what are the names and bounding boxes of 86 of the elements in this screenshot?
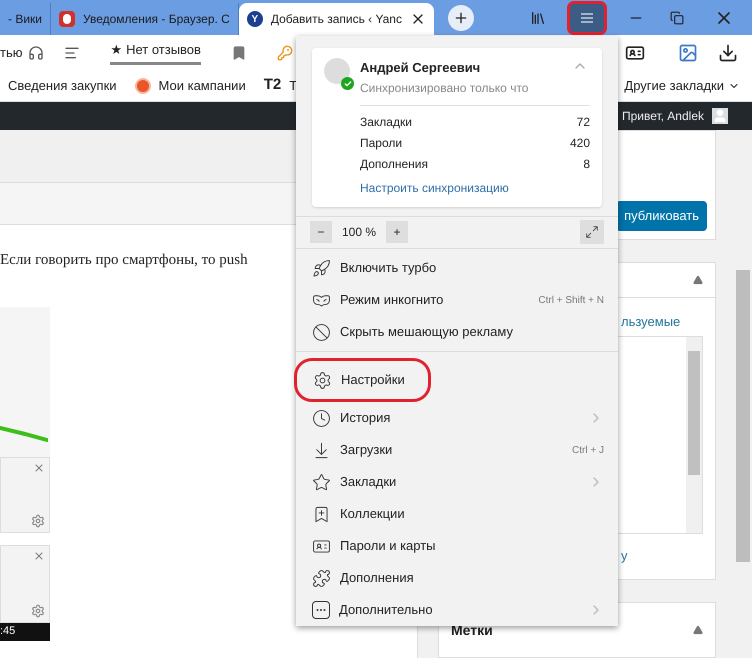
menu-label: Коллекции — [340, 505, 405, 524]
settings-icon — [313, 370, 332, 390]
sync-settings-link[interactable]: Настроить синхронизацию — [360, 178, 590, 196]
bookmark-link[interactable]: Сведения закупки — [8, 76, 117, 96]
favicon-icon — [59, 11, 75, 27]
menu-item[interactable]: Коллекции — [296, 498, 618, 530]
taskbar-clock: :45 — [0, 624, 16, 640]
menu-label: Закладки — [340, 473, 396, 492]
headphones-icon[interactable] — [28, 44, 44, 60]
download-icon[interactable] — [718, 42, 738, 62]
reviews-button[interactable]: ★ Нет отзывов — [110, 40, 201, 65]
zoom-level: 100 % — [342, 224, 376, 242]
stat-value: 8 — [583, 156, 590, 173]
fullscreen-icon — [585, 225, 599, 240]
key-icon[interactable] — [276, 44, 293, 60]
logo-text: T2 — [264, 75, 282, 96]
stat-label: Закладки — [360, 114, 412, 131]
avatar-icon — [712, 108, 728, 124]
bookmark-icon[interactable] — [230, 44, 247, 60]
stat-label: Пароли — [360, 135, 402, 152]
reader-icon[interactable] — [64, 44, 80, 60]
other-bookmarks[interactable]: Другие закладки — [624, 76, 724, 96]
menu-label: Пароли и карты — [340, 537, 436, 556]
campaign-icon — [134, 78, 151, 94]
add-category-link[interactable]: у — [621, 546, 715, 565]
editor-text: Если говорить про смартфоны, то push — [0, 251, 248, 270]
new-tab-button[interactable] — [448, 4, 474, 30]
more-icon — [312, 601, 330, 619]
star-icon — [312, 472, 331, 492]
menu-label: Настройки — [341, 371, 405, 390]
collapse-icon[interactable] — [693, 275, 703, 285]
scrollbar[interactable] — [686, 336, 702, 532]
favicon-icon: Y — [246, 11, 263, 27]
menu-label: Включить турбо — [340, 259, 436, 278]
tab-title: Уведомления - Браузер. С — [83, 11, 230, 28]
settings-icon[interactable] — [31, 604, 45, 618]
bookmark-link[interactable]: Мои кампании — [158, 76, 246, 96]
close-icon[interactable] — [33, 550, 45, 562]
menu-item[interactable]: Дополнения — [296, 562, 618, 594]
menu-label: Загрузки — [340, 441, 392, 460]
sync-status: Синхронизировано только что — [360, 80, 530, 96]
menu-label: Дополнительно — [339, 601, 433, 620]
profile-name: Андрей Сергеевич — [360, 59, 482, 77]
tab-title: Добавить запись ‹ Yanc — [270, 11, 402, 28]
clock-icon — [312, 408, 331, 428]
stat-value: 72 — [576, 114, 590, 131]
menu-item[interactable]: Включить турбо — [296, 252, 618, 284]
menu-item[interactable]: Загрузки Ctrl + J — [296, 434, 618, 466]
menu-button[interactable] — [570, 4, 604, 32]
rocket-icon — [312, 258, 331, 278]
greeting[interactable]: Привет, Andlek — [622, 107, 704, 125]
plus-icon — [452, 10, 469, 26]
close-icon[interactable] — [33, 462, 45, 474]
block-icon — [312, 322, 331, 342]
avatar-icon — [324, 58, 350, 84]
page-scrollbar[interactable] — [736, 270, 750, 562]
menu-item[interactable]: Настройки — [294, 358, 431, 402]
publish-button[interactable]: публиковать — [616, 201, 707, 231]
browser-tab[interactable]: Y Добавить запись ‹ Yanc — [238, 3, 434, 35]
settings-icon[interactable] — [31, 514, 45, 528]
menu-label: Скрыть мешающую рекламу — [340, 323, 513, 342]
puzzle-icon — [312, 568, 331, 588]
collapse-icon[interactable] — [693, 625, 703, 635]
zoom-in-button[interactable]: + — [386, 221, 408, 244]
image-icon[interactable] — [678, 42, 698, 62]
collections-icon[interactable] — [530, 10, 546, 26]
categories-tab[interactable]: льзуемые — [621, 312, 715, 332]
menu-label: Дополнения — [340, 569, 414, 588]
stat-label: Дополнения — [360, 156, 428, 173]
menu-item[interactable]: Режим инкогнито Ctrl + Shift + N — [296, 284, 618, 316]
menu-label: История — [340, 409, 390, 428]
restore-icon[interactable] — [670, 10, 684, 24]
stat-value: 420 — [570, 135, 590, 152]
menu-item[interactable]: Закладки — [296, 466, 618, 498]
menu-label: Режим инкогнито — [340, 291, 444, 310]
menu-item[interactable]: История — [296, 402, 618, 434]
menu-item[interactable]: Скрыть мешающую рекламу — [296, 316, 618, 348]
menu-item[interactable]: Пароли и карты — [296, 530, 618, 562]
fullscreen-button[interactable] — [580, 220, 604, 244]
toolbar-label: тью — [0, 44, 22, 62]
tab-title: - Вики — [8, 11, 42, 28]
shortcut-hint: Ctrl + Shift + N — [538, 294, 604, 308]
shortcut-hint: Ctrl + J — [572, 444, 604, 458]
synced-check-icon — [341, 77, 354, 90]
menu-icon — [580, 12, 593, 22]
zoom-out-button[interactable]: − — [310, 221, 332, 244]
